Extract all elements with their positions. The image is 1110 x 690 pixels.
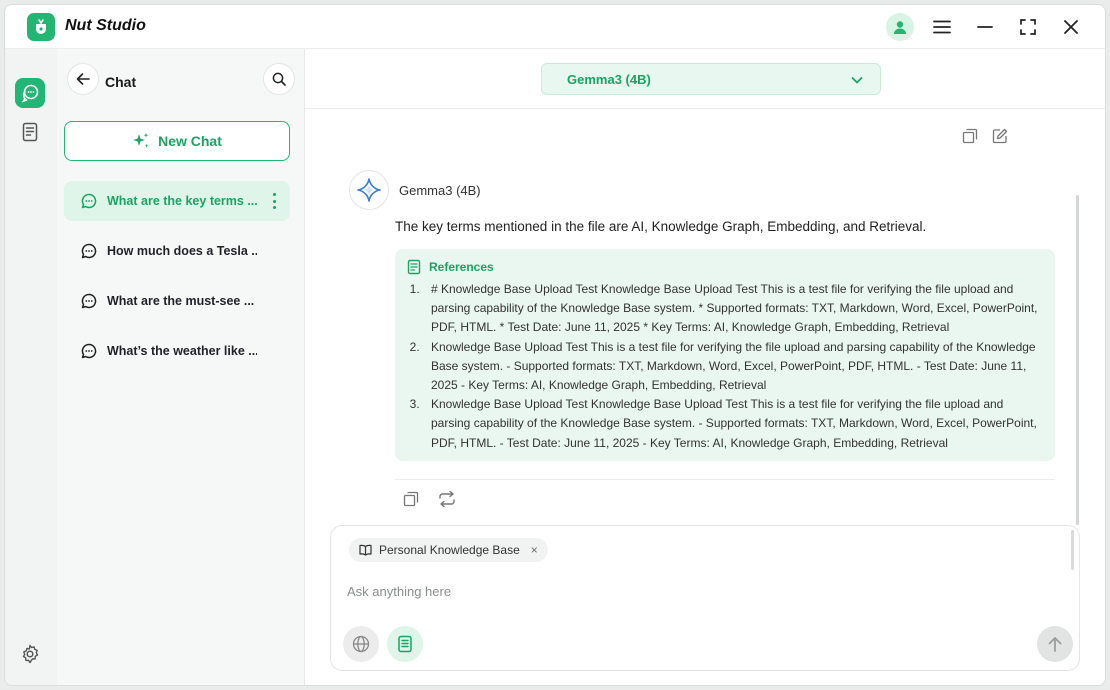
chat-list-item[interactable]: What’s the weather like ... — [64, 331, 290, 371]
chat-list-item[interactable]: What are the key terms ... — [64, 181, 290, 221]
chat-item-label: How much does a Tesla ... — [107, 244, 257, 258]
user-avatar[interactable] — [886, 13, 914, 41]
answer-divider — [395, 479, 1055, 480]
menu-button[interactable] — [930, 15, 954, 39]
back-arrow-icon — [76, 73, 90, 85]
globe-icon — [352, 635, 370, 653]
panel-title: Chat — [105, 74, 137, 90]
copy-conversation-button[interactable] — [961, 127, 979, 145]
close-button[interactable] — [1059, 15, 1083, 39]
more-vertical-icon[interactable] — [272, 193, 276, 209]
header-divider — [305, 108, 1105, 109]
new-chat-button[interactable]: New Chat — [64, 121, 290, 161]
bot-avatar — [349, 170, 389, 210]
reference-item: # Knowledge Base Upload Test Knowledge B… — [423, 280, 1041, 338]
references-list: # Knowledge Base Upload Test Knowledge B… — [407, 280, 1041, 453]
chat-bubble-icon — [81, 193, 97, 209]
copy-answer-button[interactable] — [401, 489, 421, 509]
menu-icon — [933, 20, 951, 34]
left-rail — [5, 49, 57, 685]
regenerate-button[interactable] — [437, 489, 457, 509]
remove-chip-icon[interactable]: × — [531, 543, 538, 557]
app-logo-icon — [27, 13, 55, 41]
user-icon — [894, 21, 906, 34]
chat-item-label: What are the key terms ... — [107, 194, 257, 208]
knowledge-base-chip-label: Personal Knowledge Base — [379, 543, 520, 557]
assistant-answer: The key terms mentioned in the file are … — [395, 219, 927, 234]
back-button[interactable] — [67, 63, 99, 95]
conversation-scrollbar[interactable] — [1076, 195, 1079, 525]
book-icon — [359, 544, 372, 556]
gemma-sparkle-icon — [357, 178, 381, 202]
composer: Personal Knowledge Base × — [330, 525, 1080, 671]
chat-list-item[interactable]: What are the must-see ... — [64, 281, 290, 321]
send-arrow-icon — [1048, 637, 1062, 652]
minimize-icon — [977, 26, 993, 28]
copy-icon — [962, 128, 978, 144]
app-window: Nut Studio Chat New Chat What are the ke… — [4, 4, 1106, 686]
maximize-button[interactable] — [1016, 15, 1040, 39]
sparkle-icon — [133, 133, 149, 148]
edit-icon — [992, 128, 1008, 144]
rail-chat-button[interactable] — [15, 78, 45, 108]
search-icon — [272, 72, 286, 86]
rail-knowledge-base-button[interactable] — [15, 117, 45, 147]
title-bar: Nut Studio — [5, 5, 1105, 49]
knowledge-base-icon — [22, 122, 38, 142]
knowledge-base-chip[interactable]: Personal Knowledge Base × — [349, 538, 548, 562]
chat-bubble-icon — [81, 243, 97, 259]
app-title: Nut Studio — [65, 17, 146, 34]
chat-list-item[interactable]: How much does a Tesla ... — [64, 231, 290, 271]
reference-item: Knowledge Base Upload Test Knowledge Bas… — [423, 395, 1041, 453]
model-selector-label: Gemma3 (4B) — [567, 71, 651, 87]
settings-button[interactable] — [19, 643, 41, 665]
chat-bubble-icon — [81, 343, 97, 359]
minimize-button[interactable] — [973, 15, 997, 39]
search-button[interactable] — [263, 63, 295, 95]
composer-scrollbar[interactable] — [1071, 530, 1074, 570]
chat-item-label: What’s the weather like ... — [107, 344, 257, 358]
chat-list-panel: Chat New Chat What are the key terms ...… — [57, 49, 305, 685]
bot-name: Gemma3 (4B) — [399, 183, 481, 198]
model-selector[interactable]: Gemma3 (4B) — [541, 63, 881, 95]
references-panel: References # Knowledge Base Upload Test … — [395, 249, 1055, 461]
knowledge-base-toggle-button[interactable] — [387, 626, 423, 662]
edit-conversation-button[interactable] — [991, 127, 1009, 145]
web-search-button[interactable] — [343, 626, 379, 662]
copy-icon — [403, 491, 419, 507]
chat-item-label: What are the must-see ... — [107, 294, 255, 308]
new-chat-label: New Chat — [158, 133, 222, 149]
regenerate-icon — [439, 491, 455, 507]
send-button[interactable] — [1037, 626, 1073, 662]
chat-bubble-icon — [81, 293, 97, 309]
chat-bubbles-icon — [21, 84, 39, 103]
message-input[interactable] — [347, 580, 1037, 602]
settings-icon — [22, 644, 39, 664]
maximize-icon — [1020, 19, 1036, 35]
close-icon — [1064, 20, 1078, 34]
chevron-down-icon — [851, 77, 863, 84]
conversation-area: Gemma3 (4B) Gemma3 (4B) The key terms me… — [305, 49, 1105, 685]
references-header[interactable]: References — [407, 259, 1041, 275]
reference-item: Knowledge Base Upload Test This is a tes… — [423, 338, 1041, 396]
references-title: References — [429, 260, 494, 274]
knowledge-base-icon — [398, 635, 412, 653]
document-icon — [407, 259, 421, 275]
